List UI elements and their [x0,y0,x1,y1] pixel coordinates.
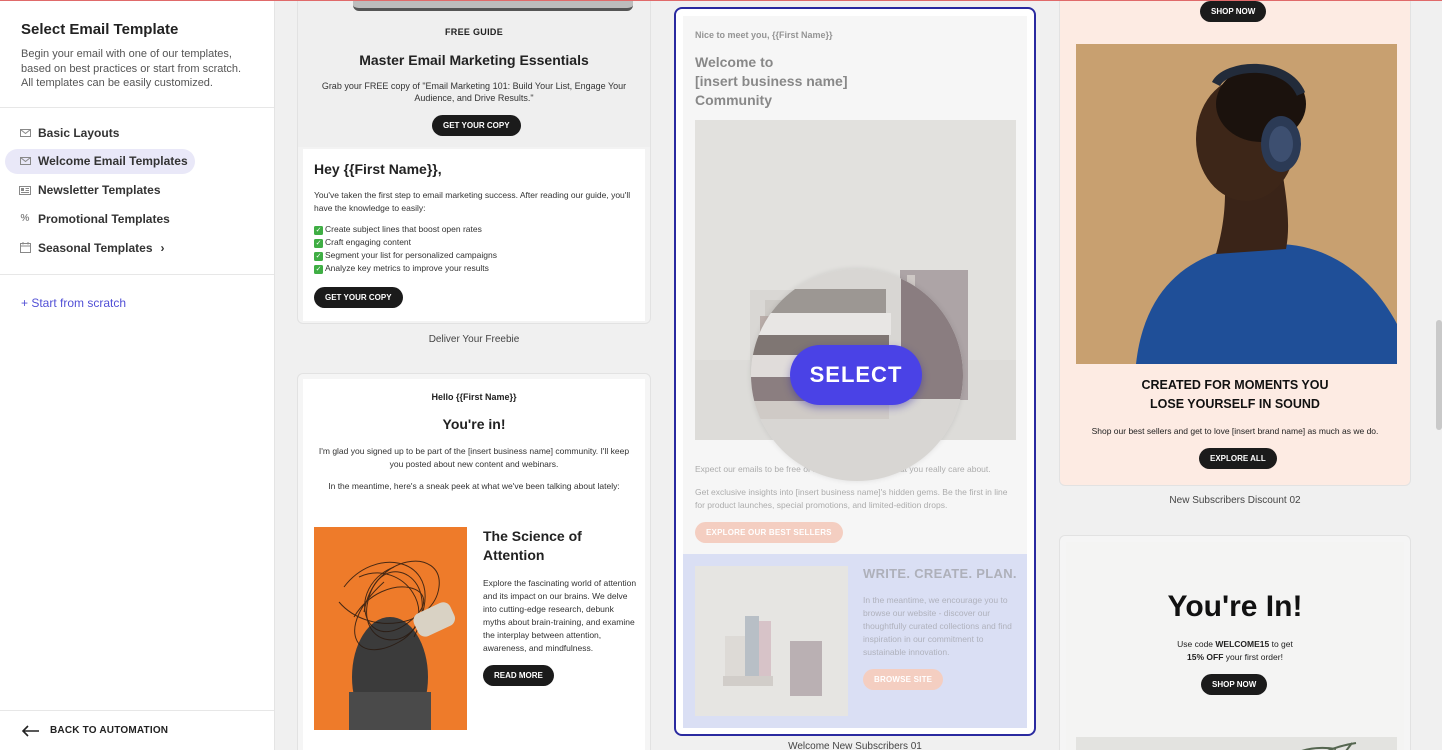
sidebar-item-welcome-email-templates[interactable]: Welcome Email Templates [5,148,195,174]
percent-icon: % [20,213,30,225]
template-gallery: FREE GUIDE Master Email Marketing Essent… [275,0,1442,750]
promo-code-text: Use code WELCOME15 to get 15% OFF your f… [1177,639,1293,662]
article-text: Explore the fascinating world of attenti… [483,578,637,653]
chevron-right-icon: › [160,240,165,255]
attention-illustration [314,527,467,730]
explore-all-button: EXPLORE ALL [1199,448,1277,469]
freebie-body: Hey {{First Name}}, You've taken the fir… [303,149,645,321]
list-item: ✓ Create subject lines that boost open ra… [314,224,482,235]
sidebar-header: Select Email Template Begin your email w… [0,0,274,108]
discount-text: Shop our best sellers and get to love [i… [1091,426,1379,436]
sidebar-item-label: Seasonal Templates [38,240,153,255]
sidebar-item-promotional-templates[interactable]: % Promotional Templates [5,206,195,231]
select-template-button[interactable]: SELECT [790,345,922,405]
template-card-new-subscribers-discount-02[interactable]: SHOP NOW CREATED FOR MOMENTS YOU LOSE YO… [1059,0,1411,486]
promo-title: You're In! [1167,590,1303,623]
get-your-copy-button-2: GET YOUR COPY [314,287,403,308]
headphones-photo [1076,44,1397,364]
caption-new-subscribers-discount-02: New Subscribers Discount 02 [1169,495,1301,506]
envelope-icon [19,128,31,138]
list-item: ✓ Craft engaging content [314,237,412,248]
list-item: ✓ Segment your list for personalized camp… [314,250,497,261]
check-icon: ✓ [314,265,323,274]
shop-now-button: SHOP NOW [1200,1,1267,22]
category-menu: Basic Layouts Welcome Email Templates Ne… [0,108,274,275]
sidebar-item-label: Basic Layouts [38,125,120,140]
read-more-button: READ MORE [483,665,554,686]
calendar-icon [19,242,31,254]
youre-in-promo-body: You're In! Use code WELCOME15 to get 15%… [1066,542,1404,750]
laptop-image [353,0,633,11]
freebie-text: Grab your FREE copy of "Email Marketing … [321,81,627,103]
back-label: BACK TO AUTOMATION [50,725,169,736]
freebie-kicker: FREE GUIDE [444,27,503,37]
plant-image [1076,737,1397,750]
check-icon: ✓ [314,226,323,235]
freebie-greeting: Hey {{First Name}}, [314,161,442,177]
article-title: The Science of Attention [483,528,582,563]
check-icon: ✓ [314,239,323,248]
youre-in-text-2: In the meantime, here's a sneak peek at … [328,481,620,491]
youre-in-body: Hello {{First Name}} You're in! I'm glad… [303,379,645,750]
template-card-deliver-your-freebie[interactable]: FREE GUIDE Master Email Marketing Essent… [297,0,651,324]
envelope-icon [19,156,31,166]
youre-in-text: I'm glad you signed up to be part of the… [318,446,630,469]
sidebar-item-label: Promotional Templates [38,211,170,226]
discount-headline: CREATED FOR MOMENTS YOU LOSE YOURSELF IN… [1141,378,1329,411]
youre-in-hello: Hello {{First Name}} [431,392,517,402]
scrollbar[interactable] [1436,320,1442,430]
caption-deliver-your-freebie: Deliver Your Freebie [428,334,520,345]
sidebar-item-label: Welcome Email Templates [38,154,188,169]
freebie-title: Master Email Marketing Essentials [359,52,589,68]
sidebar-item-basic-layouts[interactable]: Basic Layouts [5,120,195,145]
caption-welcome-new-subscribers-01: Welcome New Subscribers 01 [788,741,922,750]
sidebar-item-label: Newsletter Templates [38,183,161,198]
youre-in-title: You're in! [442,416,506,432]
template-card-welcome-new-subscribers-01[interactable]: Nice to meet you, {{First Name}} Welcome… [674,7,1036,736]
arrow-left-icon [21,724,39,737]
check-icon: ✓ [314,252,323,261]
freebie-intro: You've taken the first step to email mar… [314,190,631,213]
freebie-bullets: ✓ Create subject lines that boost open ra… [314,223,634,275]
sidebar-title: Select Email Template [21,21,179,38]
freebie-hero: FREE GUIDE Master Email Marketing Essent… [298,0,650,147]
sidebar-item-newsletter-templates[interactable]: Newsletter Templates [5,178,195,203]
get-your-copy-button: GET YOUR COPY [432,115,521,136]
template-card-youre-in-promo[interactable]: You're In! Use code WELCOME15 to get 15%… [1059,535,1411,750]
sidebar-description: Begin your email with one of our templat… [21,48,242,89]
template-sidebar: Select Email Template Begin your email w… [0,0,275,750]
top-accent-line [0,0,1442,1]
start-from-scratch-link[interactable]: + Start from scratch [0,275,274,331]
newspaper-icon [19,185,31,195]
sidebar-item-seasonal-templates[interactable]: Seasonal Templates › [5,235,195,260]
shop-now-button-2: SHOP NOW [1201,674,1268,695]
back-to-automation-button[interactable]: BACK TO AUTOMATION [0,710,274,750]
template-card-youre-in[interactable]: Hello {{First Name}} You're in! I'm glad… [297,373,651,750]
list-item: ✓ Analyze key metrics to improve your res… [314,263,489,274]
